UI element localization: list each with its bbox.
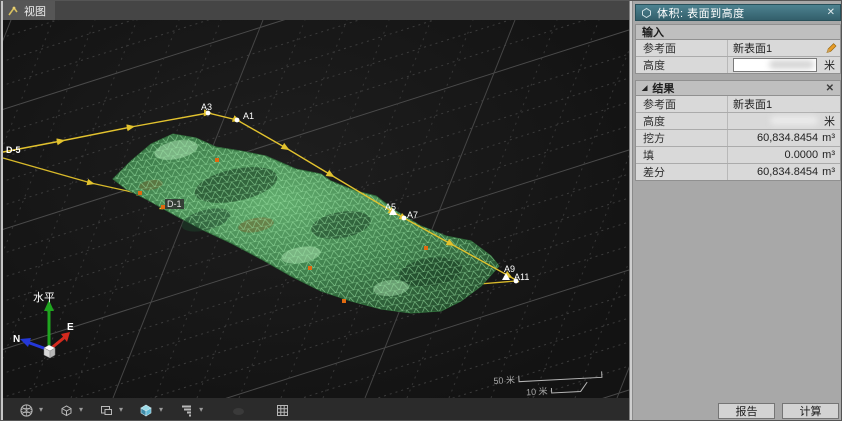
result-cut-unit: m³ [822,132,835,144]
viewport-layout-button[interactable] [97,401,115,419]
solid-view-caret[interactable]: ▾ [159,406,163,414]
panel-title: 体积: 表面到高度 [657,5,822,21]
compass-north-label: N [13,334,20,345]
input-section-header[interactable]: 输入 [635,24,841,39]
results-section-rows: 参考面 新表面1 高度 米 挖方 60,834.8454 m³ [635,95,841,181]
compass-east-label: E [67,322,74,333]
height-input-label: 高度 [636,57,727,73]
input-section-rows: 参考面 新表面1 高度 米 [635,39,841,74]
scale-minor-label: 10 米 [526,385,548,397]
point-label-a3: A3 [201,102,212,112]
result-reference-value: 新表面1 [733,96,772,112]
view-box-button[interactable] [57,401,75,419]
filter-icon [179,403,194,418]
viewport-3d[interactable]: A3 A1 D-5 A5 A7 A9 A11 D-1 [1,20,629,398]
edit-pencil-icon[interactable] [825,42,837,54]
scale-major-label: 50 米 [493,374,515,386]
view-tabbar: 视图 [1,1,629,20]
result-height-blur [770,116,818,125]
calculate-button[interactable]: 计算 [782,403,839,419]
viewport-layout-icon [99,403,114,418]
height-input-unit: 米 [824,57,835,73]
clear-results-icon[interactable]: ✕ [826,83,834,94]
point-label-d5: D-5 [6,145,21,155]
application-window: 视图 [0,0,842,421]
render-sphere-icon [19,403,34,418]
reference-surface-value[interactable]: 新表面1 [727,40,840,56]
reference-surface-row: 参考面 新表面1 [636,40,840,57]
tab-view-label: 视图 [24,3,46,19]
filter-caret[interactable]: ▾ [199,406,203,414]
result-row-reference: 参考面 新表面1 [636,96,840,113]
point-label-a5: A5 [385,202,396,212]
height-input-blur [769,60,814,69]
result-difference-unit: m³ [822,166,835,178]
terrain-mesh-surface[interactable] [113,134,499,313]
result-row-cut: 挖方 60,834.8454 m³ [636,130,840,147]
scale-bars: 50 米 10 米 [493,369,603,398]
render-mode-caret[interactable]: ▾ [39,406,43,414]
result-row-height: 高度 米 [636,113,840,130]
view-tab-icon [7,5,19,17]
reference-surface-text: 新表面1 [733,40,772,56]
dim-cloud-icon [231,403,246,418]
panel-header: 体积: 表面到高度 ✕ [635,4,841,21]
point-label-a1: A1 [243,111,254,121]
result-difference-label: 差分 [636,164,727,180]
filter-button[interactable] [177,401,195,419]
point-label-a11: A11 [514,272,529,282]
compass-up-label: 水平 [33,291,55,304]
point-label-d1-group: D-1 [165,199,184,209]
compass-origin-cube [44,345,55,358]
height-input-row: 高度 米 [636,57,840,73]
result-fill-label: 填 [636,147,727,163]
result-row-difference: 差分 60,834.8454 m³ [636,164,840,180]
result-cut-value: 60,834.8454 [757,132,818,144]
viewport-layout-caret[interactable]: ▾ [119,406,123,414]
report-button[interactable]: 报告 [718,403,775,419]
volume-panel-icon [641,7,652,18]
result-fill-value: 0.0000 [785,149,819,161]
point-label-a7: A7 [407,210,418,220]
box-wireframe-icon [59,403,74,418]
disabled-tool-button [229,401,247,419]
height-input-cell: 米 [727,57,840,73]
result-reference-label: 参考面 [636,96,727,112]
panel-buttons: 报告 计算 [718,403,839,419]
height-input-field[interactable] [733,58,817,72]
reference-surface-label: 参考面 [636,40,727,56]
solid-view-button[interactable] [137,401,155,419]
orientation-compass[interactable]: 水平 N E [13,291,74,358]
view-pane: 视图 [1,1,629,421]
collapse-triangle-icon[interactable]: ◢ [642,85,647,92]
window-edge [1,1,3,421]
result-difference-value: 60,834.8454 [757,166,818,178]
blue-cube-icon [138,402,154,418]
view-box-caret[interactable]: ▾ [79,406,83,414]
grid-icon [275,403,290,418]
input-section-label: 输入 [642,24,664,40]
panel-close-icon[interactable]: ✕ [827,7,835,18]
point-label-d1: D-1 [167,199,182,209]
tab-view[interactable]: 视图 [1,1,55,20]
results-section-header[interactable]: ◢ 结果 ✕ [635,80,841,95]
result-height-unit: 米 [824,113,835,129]
render-mode-button[interactable] [17,401,35,419]
result-fill-unit: m³ [822,149,835,161]
view-toolbar: ▾ ▾ ▾ [1,398,629,421]
results-section-label: 结果 [652,80,674,96]
volume-command-panel: 体积: 表面到高度 ✕ 输入 参考面 新表面1 高度 [633,1,842,421]
result-height-label: 高度 [636,113,727,129]
grid-toggle-button[interactable] [273,401,291,419]
result-row-fill: 填 0.0000 m³ [636,147,840,164]
result-cut-label: 挖方 [636,130,727,146]
